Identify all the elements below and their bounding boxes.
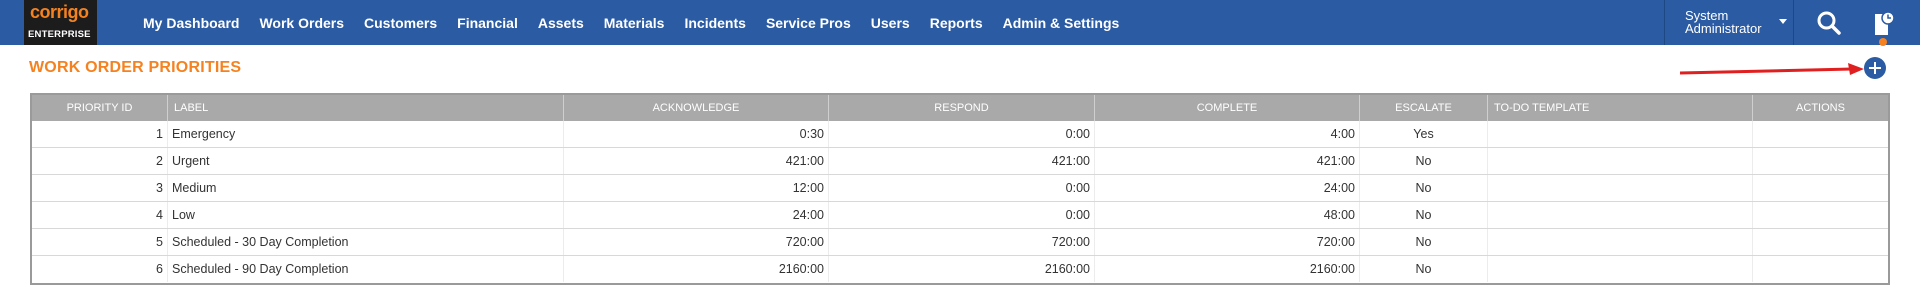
cell-label: Medium xyxy=(168,175,564,201)
cell-escalate: No xyxy=(1360,148,1488,174)
cell-acknowledge: 421:00 xyxy=(564,148,829,174)
table-row[interactable]: 3 Medium 12:00 0:00 24:00 No xyxy=(32,175,1888,202)
main-nav: My Dashboard Work Orders Customers Finan… xyxy=(143,0,1139,45)
logo-sub: ENTERPRISE xyxy=(28,29,91,40)
nav-customers[interactable]: Customers xyxy=(364,15,437,31)
cell-escalate: No xyxy=(1360,175,1488,201)
cell-complete: 421:00 xyxy=(1095,148,1360,174)
table-row[interactable]: 5 Scheduled - 30 Day Completion 720:00 7… xyxy=(32,229,1888,256)
cell-todo-template xyxy=(1488,256,1753,282)
cell-respond: 0:00 xyxy=(829,175,1095,201)
search-icon[interactable] xyxy=(1816,10,1842,36)
cell-todo-template xyxy=(1488,229,1753,255)
table-row[interactable]: 2 Urgent 421:00 421:00 421:00 No xyxy=(32,148,1888,175)
plus-circle-icon xyxy=(1869,62,1881,74)
nav-reports[interactable]: Reports xyxy=(930,15,983,31)
cell-complete: 720:00 xyxy=(1095,229,1360,255)
page-title: WORK ORDER PRIORITIES xyxy=(29,59,242,76)
cell-priority-id: 2 xyxy=(32,148,168,174)
col-acknowledge[interactable]: ACKNOWLEDGE xyxy=(564,95,829,121)
cell-actions[interactable] xyxy=(1753,202,1888,228)
caret-down-icon xyxy=(1779,19,1787,24)
cell-respond: 0:00 xyxy=(829,121,1095,147)
cell-respond: 720:00 xyxy=(829,229,1095,255)
nav-work-orders[interactable]: Work Orders xyxy=(259,15,344,31)
cell-escalate: No xyxy=(1360,202,1488,228)
nav-incidents[interactable]: Incidents xyxy=(684,15,745,31)
cell-escalate: Yes xyxy=(1360,121,1488,147)
nav-assets[interactable]: Assets xyxy=(538,15,584,31)
cell-todo-template xyxy=(1488,202,1753,228)
cell-priority-id: 3 xyxy=(32,175,168,201)
cell-actions[interactable] xyxy=(1753,148,1888,174)
cell-escalate: No xyxy=(1360,256,1488,282)
add-priority-button[interactable] xyxy=(1864,57,1886,79)
cell-label: Urgent xyxy=(168,148,564,174)
col-respond[interactable]: RESPOND xyxy=(829,95,1095,121)
user-name: System Administrator xyxy=(1685,8,1762,36)
notification-dot xyxy=(1879,38,1887,46)
table-row[interactable]: 1 Emergency 0:30 0:00 4:00 Yes xyxy=(32,121,1888,148)
cell-priority-id: 4 xyxy=(32,202,168,228)
table-row[interactable]: 6 Scheduled - 90 Day Completion 2160:00 … xyxy=(32,256,1888,283)
cell-acknowledge: 2160:00 xyxy=(564,256,829,282)
col-complete[interactable]: COMPLETE xyxy=(1095,95,1360,121)
cell-complete: 48:00 xyxy=(1095,202,1360,228)
corrigo-logo[interactable]: corrigo ENTERPRISE xyxy=(24,0,97,45)
col-label[interactable]: LABEL xyxy=(168,95,564,121)
nav-users[interactable]: Users xyxy=(871,15,910,31)
nav-service-pros[interactable]: Service Pros xyxy=(766,15,851,31)
cell-label: Scheduled - 30 Day Completion xyxy=(168,229,564,255)
cell-respond: 421:00 xyxy=(829,148,1095,174)
cell-respond: 0:00 xyxy=(829,202,1095,228)
cell-acknowledge: 0:30 xyxy=(564,121,829,147)
cell-actions[interactable] xyxy=(1753,121,1888,147)
logo-brand: corrigo xyxy=(30,2,89,22)
cell-todo-template xyxy=(1488,175,1753,201)
col-actions: ACTIONS xyxy=(1796,102,1845,114)
cell-label: Scheduled - 90 Day Completion xyxy=(168,256,564,282)
document-clock-icon[interactable] xyxy=(1872,8,1896,46)
top-navigation-bar: corrigo ENTERPRISE My Dashboard Work Ord… xyxy=(0,0,1920,46)
cell-label: Emergency xyxy=(168,121,564,147)
nav-financial[interactable]: Financial xyxy=(457,15,518,31)
col-todo-template[interactable]: TO-DO TEMPLATE xyxy=(1488,95,1753,121)
cell-actions[interactable] xyxy=(1753,229,1888,255)
cell-complete: 24:00 xyxy=(1095,175,1360,201)
col-escalate[interactable]: ESCALATE xyxy=(1360,95,1488,121)
user-menu[interactable]: System Administrator xyxy=(1664,0,1794,45)
nav-materials[interactable]: Materials xyxy=(604,15,665,31)
cell-priority-id: 6 xyxy=(32,256,168,282)
annotation-arrow xyxy=(1679,63,1864,75)
cell-label: Low xyxy=(168,202,564,228)
cell-acknowledge: 720:00 xyxy=(564,229,829,255)
cell-priority-id: 1 xyxy=(32,121,168,147)
cell-respond: 2160:00 xyxy=(829,256,1095,282)
cell-acknowledge: 12:00 xyxy=(564,175,829,201)
nav-admin-settings[interactable]: Admin & Settings xyxy=(1003,15,1120,31)
cell-escalate: No xyxy=(1360,229,1488,255)
table-row[interactable]: 4 Low 24:00 0:00 48:00 No xyxy=(32,202,1888,229)
cell-priority-id: 5 xyxy=(32,229,168,255)
cell-actions[interactable] xyxy=(1753,175,1888,201)
cell-actions[interactable] xyxy=(1753,256,1888,282)
priorities-table: PRIORITY ID LABEL ACKNOWLEDGE RESPOND CO… xyxy=(30,93,1890,285)
cell-complete: 4:00 xyxy=(1095,121,1360,147)
table-header: PRIORITY ID LABEL ACKNOWLEDGE RESPOND CO… xyxy=(32,95,1888,121)
cell-acknowledge: 24:00 xyxy=(564,202,829,228)
col-priority-id[interactable]: PRIORITY ID xyxy=(32,95,168,121)
cell-todo-template xyxy=(1488,148,1753,174)
cell-todo-template xyxy=(1488,121,1753,147)
cell-complete: 2160:00 xyxy=(1095,256,1360,282)
nav-my-dashboard[interactable]: My Dashboard xyxy=(143,15,239,31)
